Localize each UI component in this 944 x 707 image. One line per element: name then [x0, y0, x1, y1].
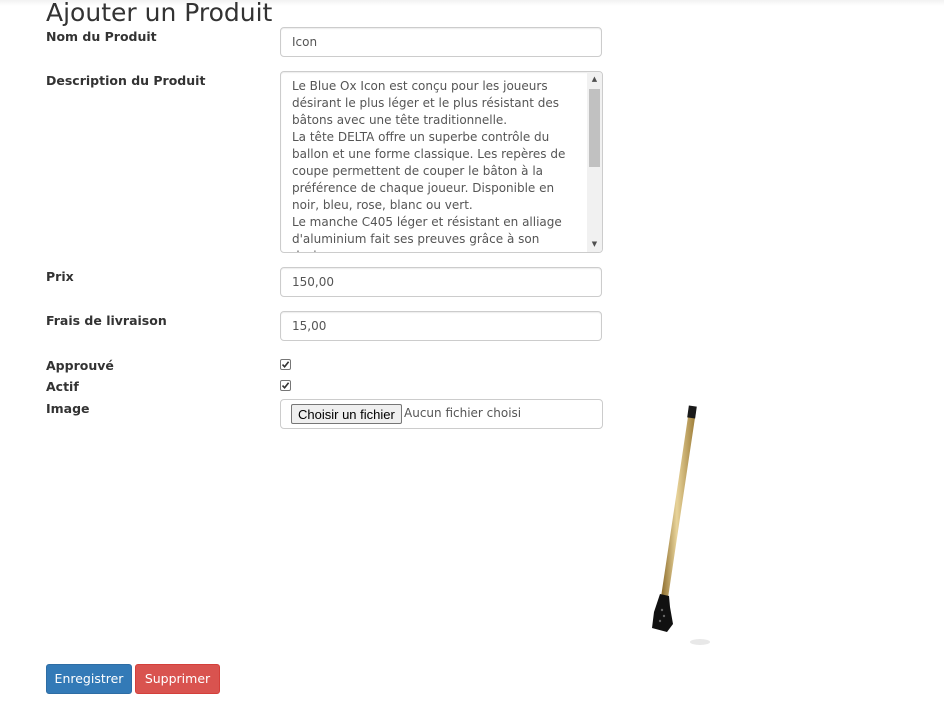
image-label: Image [46, 401, 90, 416]
page-title: Ajouter un Produit [46, 0, 273, 27]
price-label: Prix [46, 269, 74, 284]
save-button[interactable]: Enregistrer [46, 664, 132, 694]
product-image [652, 405, 710, 645]
shipping-label: Frais de livraison [46, 313, 167, 328]
shipping-input[interactable]: 15,00 [280, 311, 602, 341]
checkmark-icon [281, 361, 290, 369]
image-file-input[interactable]: Choisir un fichier Aucun fichier choisi [280, 399, 603, 429]
scroll-up-icon[interactable]: ▲ [587, 72, 602, 87]
product-name-input[interactable]: Icon [280, 27, 602, 57]
delete-button[interactable]: Supprimer [135, 664, 220, 694]
approved-label: Approuvé [46, 358, 114, 373]
file-status-text: Aucun fichier choisi [404, 406, 522, 420]
checkmark-icon [281, 382, 290, 390]
choose-file-button[interactable]: Choisir un fichier [291, 404, 402, 424]
product-description-textarea[interactable]: Le Blue Ox Icon est conçu pour les joueu… [280, 71, 603, 253]
description-scrollbar[interactable]: ▲ ▼ [587, 72, 602, 252]
price-input[interactable]: 150,00 [280, 267, 602, 297]
active-checkbox[interactable] [280, 380, 291, 391]
approved-checkbox[interactable] [280, 359, 291, 370]
scroll-thumb[interactable] [589, 89, 600, 167]
product-name-label: Nom du Produit [46, 29, 157, 44]
product-description-text: Le Blue Ox Icon est conçu pour les joueu… [292, 79, 566, 252]
active-label: Actif [46, 379, 79, 394]
scroll-down-icon[interactable]: ▼ [587, 237, 602, 252]
product-description-label: Description du Produit [46, 73, 206, 88]
